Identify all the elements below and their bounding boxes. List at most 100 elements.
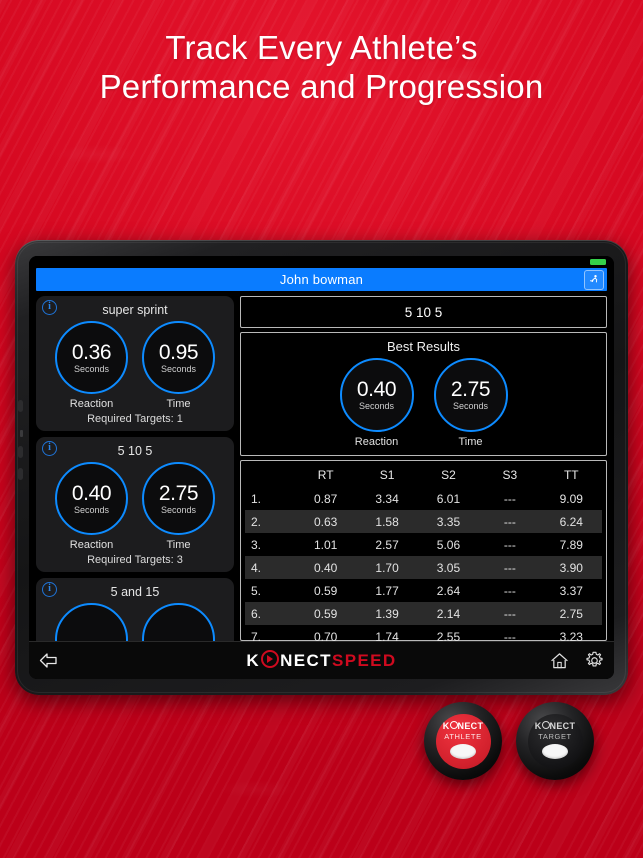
logo-k: K xyxy=(246,651,261,670)
toolbar-actions xyxy=(550,651,604,670)
table-row[interactable]: 4. 0.40 1.70 3.05 --- 3.90 xyxy=(245,556,602,579)
drill-card-title: 5 10 5 xyxy=(117,444,153,458)
reaction-dial-group: 0.36 Seconds Reaction xyxy=(55,321,128,410)
tablet-device: John bowman i super sprint 0.36 Seconds … xyxy=(15,240,628,695)
cell-tt: 3.37 xyxy=(559,583,583,598)
target-sensor-window xyxy=(542,743,568,759)
results-table-panel[interactable]: RT S1 S2 S3 TT 1. 0.87 3.34 6.01 --- 9.0… xyxy=(240,460,607,644)
reaction-unit: Seconds xyxy=(73,363,110,374)
drill-card-title: 5 and 15 xyxy=(110,585,160,599)
column-header-s2: S2 xyxy=(441,468,456,482)
cell-s1: 1.58 xyxy=(375,514,399,529)
back-arrow-icon[interactable] xyxy=(39,652,58,669)
home-icon[interactable] xyxy=(550,652,569,670)
headline-line-2: Performance and Progression xyxy=(99,68,544,105)
cell-s2: 3.35 xyxy=(436,514,461,529)
athlete-brand-k: K xyxy=(442,720,450,731)
target-brand-rest: NECT xyxy=(549,720,576,731)
cell-s2: 6.01 xyxy=(436,491,461,506)
info-icon[interactable]: i xyxy=(42,582,57,597)
cell-s3: --- xyxy=(503,560,516,575)
battery-icon xyxy=(590,259,606,265)
column-header-tt: TT xyxy=(563,468,579,482)
reaction-label: Reaction xyxy=(69,539,114,551)
device-button-volume-up[interactable] xyxy=(18,446,23,458)
results-table: RT S1 S2 S3 TT 1. 0.87 3.34 6.01 --- 9.0… xyxy=(245,464,602,648)
konect-target-device: K NECT TARGET xyxy=(516,702,594,780)
time-label: Time xyxy=(166,398,191,410)
reaction-dial: 0.36 Seconds xyxy=(55,321,128,394)
time-dial: 2.75 Seconds xyxy=(142,462,215,535)
logo-nect: NECT xyxy=(280,651,332,670)
device-button-volume-down[interactable] xyxy=(18,468,23,480)
info-icon[interactable]: i xyxy=(42,441,57,456)
required-targets: Required Targets: 3 xyxy=(87,554,183,566)
drill-title-panel: 5 10 5 xyxy=(240,296,607,328)
konect-athlete-device: K NECT ATHLETE xyxy=(424,702,502,780)
device-button-power[interactable] xyxy=(18,400,23,412)
table-row[interactable]: 2. 0.63 1.58 3.35 --- 6.24 xyxy=(245,510,602,533)
athlete-name: John bowman xyxy=(279,272,364,287)
best-time-label: Time xyxy=(458,436,483,448)
athlete-brand-o-icon xyxy=(449,720,458,729)
cell-rt: 0.59 xyxy=(313,583,338,598)
results-table-head: RT S1 S2 S3 TT xyxy=(245,464,602,487)
cell-rt: 0.87 xyxy=(313,491,338,506)
target-brand: K NECT xyxy=(534,720,576,731)
tablet-screen: John bowman i super sprint 0.36 Seconds … xyxy=(29,256,614,679)
results-table-body: 1. 0.87 3.34 6.01 --- 9.09 2. 0.63 1.58 xyxy=(245,487,602,648)
reaction-value: 0.40 xyxy=(71,481,112,505)
time-dial-group: 0.95 Seconds Time xyxy=(142,321,215,410)
drill-list[interactable]: i super sprint 0.36 Seconds Reaction 0.9… xyxy=(36,296,234,641)
drill-card-dials: 0.40 Seconds Reaction 2.75 Seconds Time xyxy=(42,462,228,551)
athlete-sensor-window xyxy=(450,743,476,759)
time-dial: 0.95 Seconds xyxy=(142,321,215,394)
cell-index: 6. xyxy=(251,606,262,621)
table-row[interactable]: 6. 0.59 1.39 2.14 --- 2.75 xyxy=(245,602,602,625)
required-targets: Required Targets: 1 xyxy=(87,413,183,425)
gear-icon[interactable] xyxy=(585,651,604,670)
cell-s1: 3.34 xyxy=(375,491,399,506)
cell-rt: 0.40 xyxy=(313,560,338,575)
cell-s1: 1.70 xyxy=(375,560,399,575)
drill-card-title: super sprint xyxy=(102,303,168,317)
target-brand-k: K xyxy=(534,720,542,731)
table-row[interactable]: 5. 0.59 1.77 2.64 --- 3.37 xyxy=(245,579,602,602)
logo-o-icon xyxy=(261,650,280,668)
cell-index: 3. xyxy=(251,537,262,552)
target-brand-o-icon xyxy=(541,720,550,729)
drill-card-5-10-5[interactable]: i 5 10 5 0.40 Seconds Reaction 2.75 Seco… xyxy=(36,437,234,572)
best-results-heading: Best Results xyxy=(387,339,460,354)
headline-line-1: Track Every Athlete’s xyxy=(165,29,478,66)
app-body: i super sprint 0.36 Seconds Reaction 0.9… xyxy=(29,291,614,644)
time-unit: Seconds xyxy=(160,363,197,374)
time-label: Time xyxy=(166,539,191,551)
best-reaction-dial: 0.40 Seconds xyxy=(339,358,414,432)
target-role: TARGET xyxy=(538,731,572,741)
drill-card-super-sprint[interactable]: i super sprint 0.36 Seconds Reaction 0.9… xyxy=(36,296,234,431)
best-results-panel: Best Results 0.40 Seconds Reaction 2.75 xyxy=(240,332,607,456)
cell-tt: 9.09 xyxy=(559,491,583,506)
time-unit: Seconds xyxy=(160,504,197,515)
promo-headline: Track Every Athlete’s Performance and Pr… xyxy=(0,28,643,106)
runner-icon[interactable] xyxy=(584,270,604,290)
cell-s1: 2.57 xyxy=(375,537,399,552)
time-value: 2.75 xyxy=(158,481,199,505)
table-row[interactable]: 1. 0.87 3.34 6.01 --- 9.09 xyxy=(245,487,602,510)
cell-rt: 0.59 xyxy=(313,606,338,621)
drill-card-dials xyxy=(42,603,228,641)
cell-index: 2. xyxy=(251,514,262,529)
info-icon[interactable]: i xyxy=(42,300,57,315)
column-header-s3: S3 xyxy=(502,468,518,482)
column-header-rt: RT xyxy=(317,468,334,482)
drill-card-5-and-15[interactable]: i 5 and 15 xyxy=(36,578,234,641)
best-reaction-unit: Seconds xyxy=(358,401,395,411)
target-puck-face: K NECT TARGET xyxy=(527,713,583,769)
cell-s3: --- xyxy=(503,537,516,552)
reaction-value: 0.36 xyxy=(71,340,112,364)
best-time-value: 2.75 xyxy=(450,378,491,401)
logo-speed: SPEED xyxy=(331,651,397,670)
table-row[interactable]: 3. 1.01 2.57 5.06 --- 7.89 xyxy=(245,533,602,556)
best-reaction-group: 0.40 Seconds Reaction xyxy=(339,358,414,448)
best-time-unit: Seconds xyxy=(452,401,489,411)
